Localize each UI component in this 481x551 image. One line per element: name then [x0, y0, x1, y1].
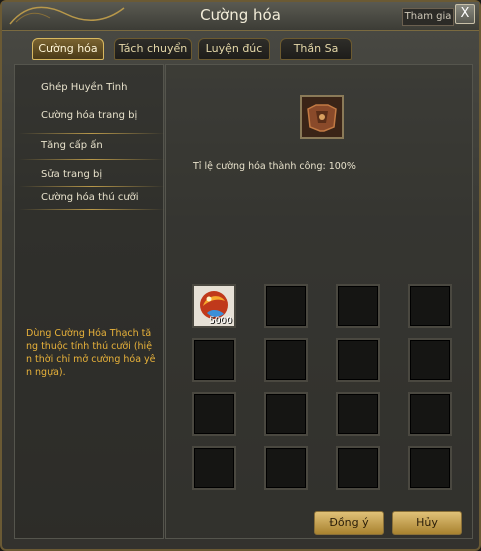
description-text: Dùng Cường Hóa Thạch tăng thuộc tính thú… [26, 328, 156, 378]
material-slot[interactable] [192, 338, 236, 382]
cancel-button[interactable]: Hủy [392, 511, 462, 535]
item-quantity: 5000 [209, 316, 232, 326]
material-slot[interactable] [192, 392, 236, 436]
join-tab[interactable]: Tham gia [402, 8, 454, 26]
tab-than-sa[interactable]: Thần Sa [280, 38, 352, 60]
material-slot[interactable] [336, 446, 380, 490]
material-slot[interactable] [336, 392, 380, 436]
function-menu: Ghép Huyền Tinh Cường hóa trang bị Tăng … [14, 64, 165, 539]
menu-divider [19, 159, 165, 160]
menu-item-sua-trang-bi[interactable]: Sửa trang bị [15, 164, 163, 186]
menu-item-cuong-hoa-thu-cuoi[interactable]: Cường hóa thú cưỡi [15, 187, 163, 209]
material-slot[interactable] [264, 338, 308, 382]
material-slot[interactable] [336, 284, 380, 328]
material-slot[interactable] [408, 284, 452, 328]
menu-divider [19, 133, 165, 134]
material-slot[interactable] [264, 392, 308, 436]
material-slot[interactable] [264, 284, 308, 328]
material-slot[interactable] [408, 392, 452, 436]
menu-divider [19, 209, 165, 210]
enhance-window: Cường hóa Tham gia X Cường hóa Tách chuy… [0, 0, 481, 551]
tab-enhance[interactable]: Cường hóa [32, 38, 104, 60]
material-slot[interactable] [408, 446, 452, 490]
tab-forge[interactable]: Luyện đúc [198, 38, 270, 60]
menu-item-tang-cap-an[interactable]: Tăng cấp ấn [15, 135, 163, 157]
target-item-slot[interactable] [300, 95, 344, 139]
material-slot[interactable] [408, 338, 452, 382]
success-rate: Tỉ lệ cường hóa thành công: 100% [193, 161, 356, 172]
material-slot[interactable] [336, 338, 380, 382]
material-slot[interactable] [192, 446, 236, 490]
material-slot[interactable]: 5000 [192, 284, 236, 328]
saddle-icon [302, 97, 342, 137]
menu-item-cuong-hoa-trang-bi[interactable]: Cường hóa trang bị [15, 105, 163, 127]
title-bar[interactable]: Cường hóa Tham gia X [2, 2, 479, 31]
confirm-button[interactable]: Đồng ý [314, 511, 384, 535]
close-button[interactable]: X [455, 4, 475, 24]
material-slot[interactable] [264, 446, 308, 490]
tab-transfer[interactable]: Tách chuyển [114, 38, 192, 60]
menu-item-ghep-huyen-tinh[interactable]: Ghép Huyền Tinh [15, 77, 163, 99]
